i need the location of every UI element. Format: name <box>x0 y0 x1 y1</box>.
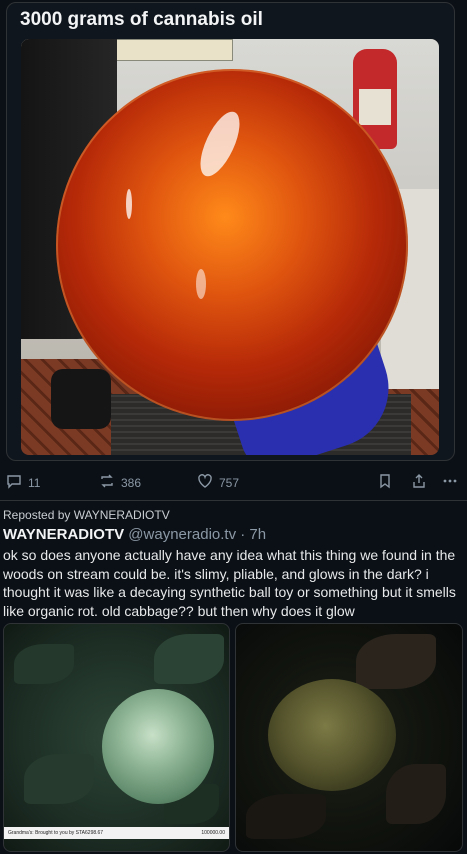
quoted-post-card[interactable]: 3000 grams of cannabis oil <box>6 2 455 461</box>
stream-caption-right: 100000.00 <box>201 830 225 836</box>
heart-icon <box>197 473 213 492</box>
author-handle-time: @wayneradio.tv · 7h <box>124 526 267 543</box>
post-author[interactable]: WAYNERADIOTV @wayneradio.tv · 7h <box>3 526 266 543</box>
leaf <box>154 634 224 684</box>
reply-button[interactable]: 11 <box>6 473 40 492</box>
photo-shoe <box>51 369 111 429</box>
cannabis-oil-photo[interactable] <box>21 39 439 455</box>
quoted-post-title: 3000 grams of cannabis oil <box>20 9 263 30</box>
night-vision-photo[interactable]: Grandma's: Brought to you by STA6298.67 … <box>3 623 230 852</box>
sphere-highlight <box>196 269 206 299</box>
more-icon <box>442 473 458 492</box>
fire-extinguisher-label <box>359 89 391 125</box>
reposted-by-label: Reposted by WAYNERADIOTV <box>3 508 170 522</box>
sphere-highlight <box>126 189 132 219</box>
leaf <box>386 764 446 824</box>
reply-count: 11 <box>28 475 41 490</box>
bookmark-button[interactable] <box>377 473 393 492</box>
photo-sign <box>113 39 233 61</box>
share-icon <box>411 473 427 492</box>
leaf <box>246 794 326 839</box>
repost-icon <box>99 473 115 492</box>
stream-caption-bar: Grandma's: Brought to you by STA6298.67 … <box>4 827 229 839</box>
bookmark-icon <box>377 473 393 492</box>
repost-button[interactable]: 386 <box>99 473 141 492</box>
share-button[interactable] <box>411 473 427 492</box>
glowing-ball <box>102 689 214 804</box>
post-divider <box>0 500 467 501</box>
more-button[interactable] <box>442 473 458 492</box>
stream-caption-left: Grandma's: Brought to you by STA6298.67 <box>8 830 104 836</box>
sphere-highlight <box>192 106 248 182</box>
leaf <box>24 754 94 804</box>
leaf <box>356 634 436 689</box>
leaf <box>14 644 74 684</box>
dark-woods-photo[interactable] <box>235 623 463 852</box>
author-name[interactable]: WAYNERADIOTV <box>3 526 124 543</box>
oil-sphere <box>56 69 408 421</box>
reply-icon <box>6 473 22 492</box>
repost-count: 386 <box>121 475 142 490</box>
glowing-ball <box>268 679 396 791</box>
like-button[interactable]: 757 <box>197 473 239 492</box>
action-bar: 11 386 757 <box>0 473 467 491</box>
like-count: 757 <box>219 475 240 490</box>
post-text: ok so does anyone actually have any idea… <box>3 547 456 619</box>
